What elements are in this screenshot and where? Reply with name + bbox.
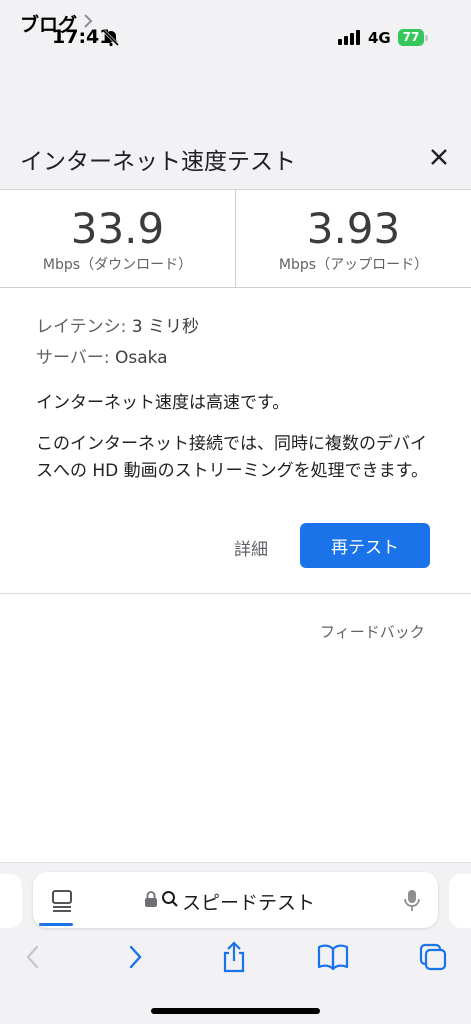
upload-speed: 3.93 xyxy=(306,204,401,253)
bookmarks-icon[interactable] xyxy=(316,940,350,974)
battery-level: 77 xyxy=(398,29,424,46)
battery-tip xyxy=(425,35,428,41)
speed-summary: インターネット速度は高速です。 xyxy=(36,393,290,413)
forward-icon[interactable] xyxy=(118,940,152,974)
chevron-right-icon xyxy=(83,13,93,34)
breadcrumb[interactable]: ブログ xyxy=(20,10,93,37)
details-link[interactable]: 詳細 xyxy=(234,535,268,560)
breadcrumb-label[interactable]: ブログ xyxy=(20,10,77,37)
share-icon[interactable] xyxy=(217,940,251,974)
previous-tab-preview[interactable] xyxy=(0,874,22,928)
next-tab-preview[interactable] xyxy=(449,874,471,928)
search-icon xyxy=(161,890,179,913)
speedtest-header: インターネット速度テスト xyxy=(0,124,471,190)
active-tab-indicator xyxy=(39,923,73,926)
feedback-link[interactable]: フィードバック xyxy=(320,621,425,642)
speed-results: 33.9 Mbps（ダウンロード） 3.93 Mbps（アップロード） xyxy=(0,190,471,288)
page-title: インターネット速度テスト xyxy=(20,149,296,175)
speed-description: このインターネット接続では、同時に複数のデバイスへの HD 動画のストリーミング… xyxy=(36,434,428,482)
mic-icon[interactable] xyxy=(403,888,421,918)
tabs-icon[interactable] xyxy=(416,940,450,974)
network-type: 4G xyxy=(368,29,391,47)
address-content[interactable]: スピードテスト xyxy=(144,888,315,915)
server-value: Osaka xyxy=(114,348,168,368)
download-speed: 33.9 xyxy=(70,204,165,253)
server-line: サーバー: Osaka xyxy=(36,343,436,368)
download-result: 33.9 Mbps（ダウンロード） xyxy=(0,190,235,287)
breadcrumb-bar xyxy=(0,76,471,124)
page-menu-icon[interactable] xyxy=(50,888,74,916)
retest-button[interactable]: 再テスト xyxy=(300,523,430,568)
upload-unit: Mbps（アップロード） xyxy=(278,257,429,274)
lock-icon xyxy=(144,890,158,913)
address-text[interactable]: スピードテスト xyxy=(182,888,315,915)
bell-slash-icon xyxy=(102,29,120,51)
server-label: サーバー: xyxy=(36,348,110,368)
latency-label: レイテンシ: xyxy=(36,317,127,337)
latency-value: 3 ミリ秒 xyxy=(131,317,200,337)
latency-line: レイテンシ: 3 ミリ秒 xyxy=(36,312,436,337)
result-details: レイテンシ: 3 ミリ秒 サーバー: Osaka インターネット速度は高速です。… xyxy=(36,312,436,485)
download-unit: Mbps（ダウンロード） xyxy=(42,257,193,274)
back-icon[interactable] xyxy=(16,940,50,974)
home-indicator xyxy=(151,1008,320,1014)
divider xyxy=(0,593,471,594)
upload-result: 3.93 Mbps（アップロード） xyxy=(235,190,471,287)
close-icon[interactable] xyxy=(426,144,452,170)
signal-icon xyxy=(338,30,360,45)
